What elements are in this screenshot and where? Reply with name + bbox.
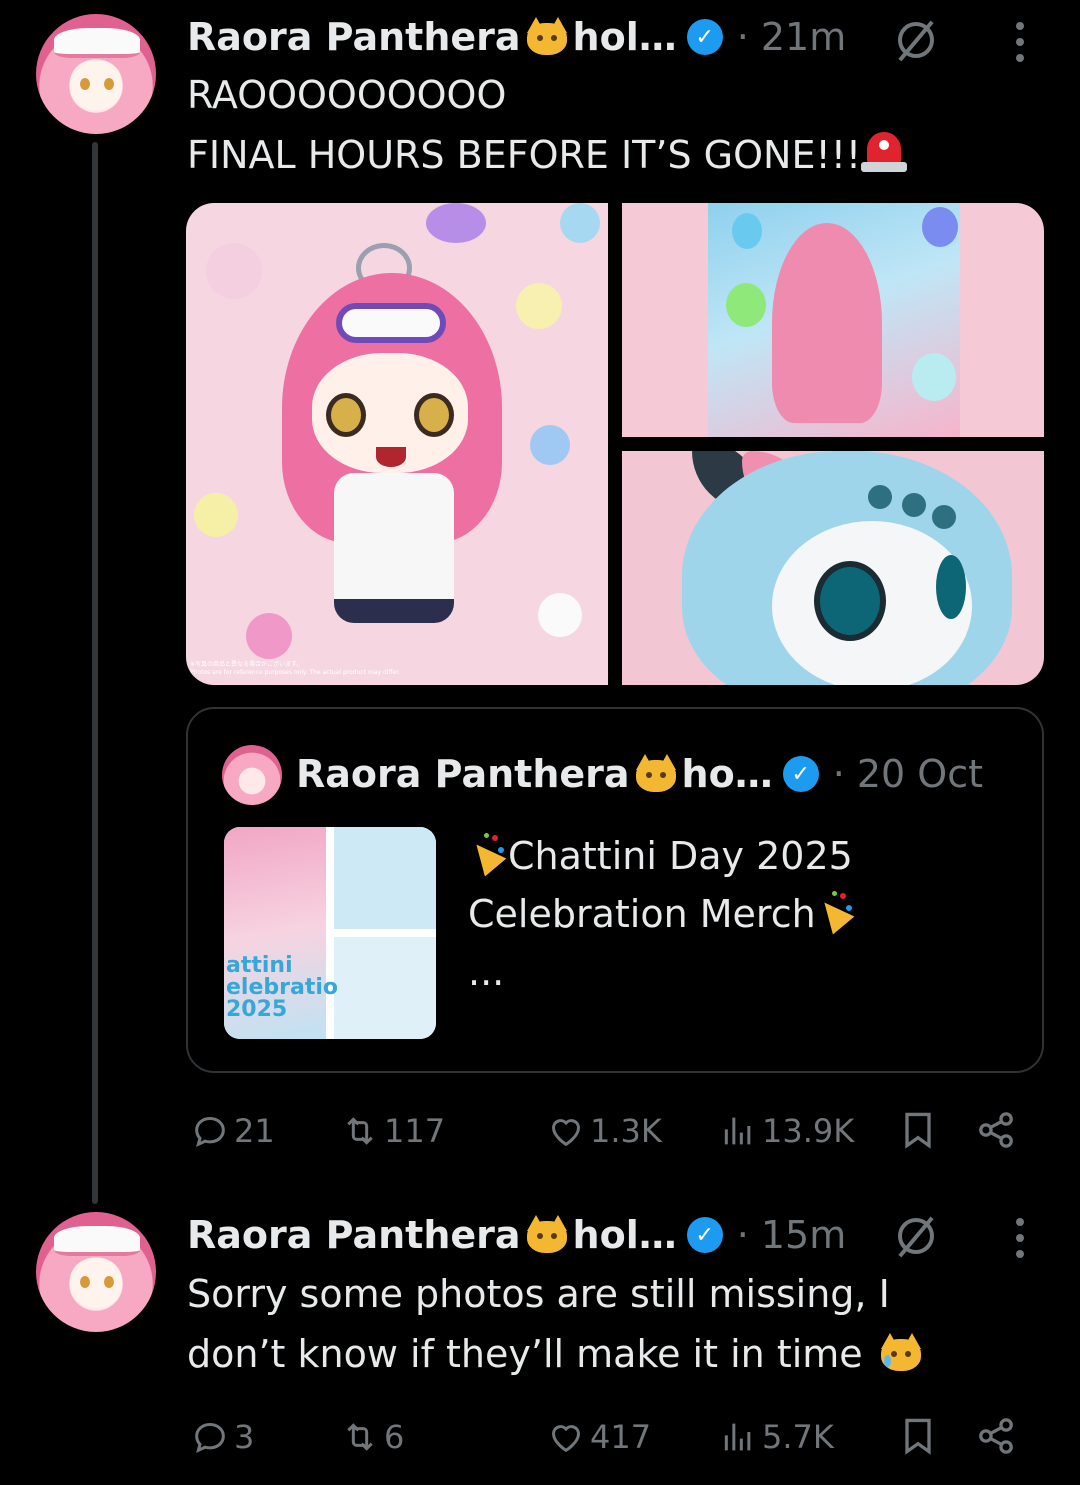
verified-badge-icon[interactable]: ✓ [686, 1217, 723, 1253]
acrylic-keychain-photo[interactable] [622, 203, 1044, 437]
repost-button[interactable]: 6 [340, 1412, 404, 1462]
like-button[interactable]: 417 [546, 1412, 651, 1462]
post-text-line: Sorry some photos are still missing, I [187, 1272, 890, 1316]
author-handle[interactable]: hol… [573, 15, 677, 59]
media-grid: ※写真の商品と異なる場合がございます。 Photos are for refer… [186, 203, 1044, 685]
author-name[interactable]: Raora Panthera [187, 15, 521, 59]
post-header: Raora Panthera hol… ✓ · 21m [187, 12, 846, 62]
like-icon [551, 1425, 581, 1453]
quoted-post-header: Raora Panthera ho… ✓ · 20 Oct [296, 749, 983, 799]
quoted-author-avatar [222, 745, 282, 805]
post-text-line: RAOOOOOOOOO [187, 73, 507, 117]
quoted-post-text: Chattini Day 2025 Celebration Merch ... [465, 827, 856, 1001]
like-icon [551, 1119, 581, 1147]
crying-cat-emoji-icon [879, 1333, 923, 1373]
cat-face-emoji-icon [634, 754, 678, 794]
repost-icon [347, 1117, 373, 1145]
quoted-post-thumbnail: attini elebratio 2025 [224, 827, 436, 1039]
reply-count: 21 [234, 1112, 275, 1150]
bookmark-icon[interactable] [896, 1414, 940, 1458]
views-count: 5.7K [762, 1418, 834, 1456]
repost-icon [347, 1423, 373, 1451]
reply-button[interactable]: 3 [190, 1412, 254, 1462]
thread-connector-line [92, 142, 98, 1204]
plush-photo[interactable]: ※写真の商品と異なる場合がございます。 Photos are for refer… [186, 203, 608, 685]
verified-badge-icon[interactable]: ✓ [686, 19, 723, 55]
views-count: 13.9K [762, 1112, 855, 1150]
share-icon[interactable] [974, 1108, 1018, 1152]
post-text-line-2: FINAL HOURS BEFORE IT’S GONE!!! [187, 125, 908, 185]
like-count: 1.3K [590, 1112, 662, 1150]
author-avatar[interactable] [36, 1212, 156, 1332]
quoted-author-handle: ho… [681, 752, 773, 796]
post-header: Raora Panthera hol… ✓ · 15m [187, 1210, 846, 1260]
repost-count: 6 [384, 1418, 405, 1456]
post-text-line-2: don’t know if they’ll make it in time [187, 1324, 927, 1384]
quoted-thumbnail-logo: attini elebratio 2025 [226, 953, 338, 1022]
quoted-post-date: · 20 Oct [832, 752, 983, 796]
author-handle[interactable]: hol… [573, 1213, 677, 1257]
views-button[interactable]: 13.9K [718, 1106, 854, 1156]
share-icon[interactable] [974, 1414, 1018, 1458]
author-avatar[interactable] [36, 14, 156, 134]
views-button[interactable]: 5.7K [718, 1412, 834, 1462]
repost-button[interactable]: 117 [340, 1106, 445, 1156]
views-icon [724, 1117, 751, 1145]
post-timestamp[interactable]: · 21m [737, 15, 847, 59]
repost-count: 117 [384, 1112, 446, 1150]
cat-face-emoji-icon [525, 17, 569, 57]
bookmark-icon[interactable] [896, 1108, 940, 1152]
reply-icon [195, 1422, 225, 1454]
post-actions: 3 6 417 5.7K [190, 1412, 1030, 1462]
like-button[interactable]: 1.3K [546, 1106, 662, 1156]
grok-icon[interactable] [894, 1214, 938, 1258]
like-count: 417 [590, 1418, 652, 1456]
reply-button[interactable]: 21 [190, 1106, 275, 1156]
party-popper-emoji-icon [465, 833, 508, 877]
more-options-icon[interactable] [1014, 22, 1026, 62]
post-timestamp[interactable]: · 15m [737, 1213, 847, 1257]
cat-plush-photo[interactable] [622, 451, 1044, 685]
post-text: FINAL HOURS BEFORE IT’S GONE!!! [187, 133, 862, 177]
media-disclaimer: ※写真の商品と異なる場合がございます。 Photos are for refer… [190, 661, 401, 676]
police-light-emoji-icon [861, 130, 908, 174]
party-popper-emoji-icon [813, 891, 856, 935]
author-name[interactable]: Raora Panthera [187, 1213, 521, 1257]
post-text: don’t know if they’ll make it in time [187, 1332, 863, 1376]
views-icon [724, 1423, 751, 1451]
post-actions: 21 117 1.3K 13.9K [190, 1106, 1030, 1156]
reply-icon [195, 1116, 225, 1148]
quoted-post-card[interactable]: Raora Panthera ho… ✓ · 20 Oct attini ele… [186, 707, 1044, 1073]
reply-count: 3 [234, 1418, 255, 1456]
grok-icon[interactable] [894, 18, 938, 62]
more-options-icon[interactable] [1014, 1218, 1026, 1258]
cat-face-emoji-icon [525, 1215, 569, 1255]
verified-badge-icon: ✓ [782, 756, 819, 792]
quoted-author-name: Raora Panthera [296, 752, 630, 796]
